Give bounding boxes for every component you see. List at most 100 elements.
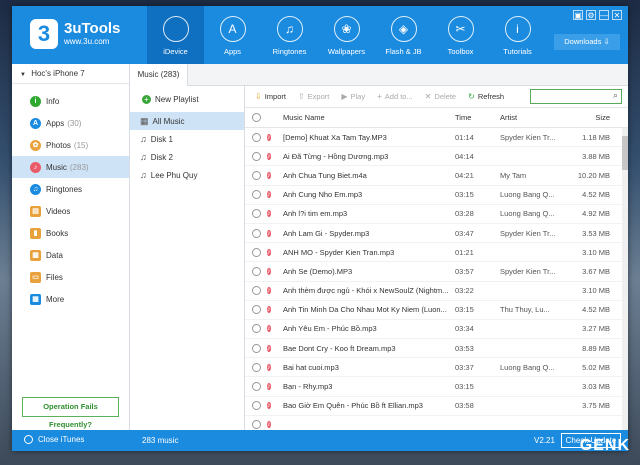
sidebar-item-data[interactable]: ▦ Data <box>12 244 129 266</box>
toolbar-label: Export <box>307 92 330 101</box>
music-note-icon: ♪ <box>267 325 271 333</box>
cell-size: 3.03 MB <box>582 382 610 392</box>
table-row[interactable]: ♪ ANH MO - Spyder Kien Tran.mp3 01:21 3.10 … <box>245 243 628 263</box>
device-selector[interactable]: ▼ Hoc's iPhone 7 <box>12 64 129 84</box>
cell-name: Anh thèm được ngủ - Khói x NewSoulZ (Nig… <box>283 286 449 296</box>
table-row[interactable]: ♪ Anh Yêu Em - Phúc Bồ.mp3 03:34 3.27 MB <box>245 320 628 340</box>
sidebar-item-music[interactable]: ♪ Music (283) <box>12 156 129 178</box>
toolbar-playbutton[interactable]: ▶ Play <box>341 92 365 101</box>
sidebar-item-ringtones[interactable]: ♫ Ringtones <box>12 178 129 200</box>
cell-name: Anh Tin Minh Da Cho Nhau Mot Ky Niem (Lu… <box>283 305 447 315</box>
music-note-icon: ♪ <box>267 152 271 160</box>
ring-icon <box>24 435 33 444</box>
nav-toolbox[interactable]: ✂ Toolbox <box>432 6 489 64</box>
table-scrollbar[interactable] <box>622 128 628 430</box>
cell-time: 03:22 <box>455 286 474 296</box>
cell-time: 04:14 <box>455 151 474 161</box>
playlist-item[interactable]: ♫ Disk 1 <box>130 130 244 148</box>
toolbar-exportbutton[interactable]: ⇧ Export <box>298 92 329 101</box>
table-row[interactable]: ♪ Anh Tin Minh Da Cho Nhau Mot Ky Niem (L… <box>245 301 628 320</box>
nav-tutorials[interactable]: i Tutorials <box>489 6 546 64</box>
cell-time: 03:34 <box>455 324 474 334</box>
table-row[interactable]: ♪ Anh Lam Gi - Spyder.mp3 03:47 Spyder Kien… <box>245 224 628 244</box>
close-itunes-button[interactable]: Close iTunes <box>24 435 84 444</box>
nav-flash-jb[interactable]: ◈ Flash & JB <box>375 6 432 64</box>
minimize-icon[interactable]: — <box>599 10 609 20</box>
row-checkbox[interactable] <box>251 228 261 238</box>
toolbar-importbutton[interactable]: ⇩ Import <box>255 92 286 101</box>
sidebar-item-books[interactable]: ▮ Books <box>12 222 129 244</box>
toolbar-deletebutton[interactable]: ✕ Delete <box>425 92 456 101</box>
sidebar-item-label: Books <box>46 228 69 238</box>
search-icon[interactable]: ⌕ <box>613 90 618 101</box>
table-row[interactable]: ♪ Bai hat cuoi.mp3 03:37 Luong Bang Q... 5.0… <box>245 358 628 378</box>
playlist-item[interactable]: ♫ Disk 2 <box>130 148 244 166</box>
table-row[interactable]: ♪ Anh Cung Nho Em.mp3 03:15 Luong Bang Q...… <box>245 186 628 205</box>
skin-icon[interactable]: ▣ <box>573 10 583 20</box>
table-row[interactable]: ♪ Anh l?i tim em.mp3 03:28 Luong Bang Q... 4… <box>245 205 628 224</box>
row-checkbox[interactable] <box>251 209 261 219</box>
row-checkbox[interactable] <box>251 305 261 315</box>
row-checkbox[interactable] <box>251 324 261 334</box>
playlist-item[interactable]: ♫ Lee Phu Quy <box>130 166 244 184</box>
row-checkbox[interactable] <box>251 382 261 392</box>
operation-fails-link[interactable]: Operation Fails Frequently? <box>22 397 119 429</box>
nav-idevice[interactable]: iDevice <box>147 6 204 64</box>
cell-size: 1.18 MB <box>582 132 610 142</box>
table-row[interactable]: ♪ <box>245 416 628 430</box>
header-time[interactable]: Time <box>455 113 500 122</box>
expand-triangle-icon: ▼ <box>20 72 26 78</box>
table-row[interactable]: ♪ Bao Giờ Em Quên - Phúc Bồ ft Ellian.mp3… <box>245 397 628 416</box>
table-row[interactable]: ♪ [Demo] Khuat Xa Tam Tay.MP3 01:14 Spyder … <box>245 128 628 148</box>
tab-music[interactable]: Music (283) <box>130 64 188 86</box>
header-artist[interactable]: Artist <box>500 113 562 122</box>
header-size[interactable]: Size <box>562 113 618 122</box>
table-row[interactable]: ♪ Bạn - Rhy.mp3 03:15 3.03 MB <box>245 377 628 397</box>
row-checkbox[interactable] <box>251 170 261 180</box>
close-icon[interactable]: ✕ <box>612 10 622 20</box>
cell-artist: Spyder Kien Tr... <box>500 266 556 276</box>
row-checkbox[interactable] <box>251 362 261 372</box>
sidebar-item-label: More <box>46 294 65 304</box>
row-checkbox[interactable] <box>251 420 261 430</box>
new-playlist-button[interactable]: + New Playlist <box>130 86 244 112</box>
row-checkbox[interactable] <box>251 343 261 353</box>
table-row[interactable]: ♪ Anh thèm được ngủ - Khói x NewSoulZ (Ni… <box>245 282 628 301</box>
row-checkbox[interactable] <box>251 247 261 257</box>
cell-time: 03:58 <box>455 401 474 411</box>
header-music-name[interactable]: Music Name <box>283 113 455 122</box>
nav-label: Flash & JB <box>385 47 422 56</box>
nav-apps[interactable]: A Apps <box>204 6 261 64</box>
select-all-checkbox[interactable] <box>251 113 261 122</box>
sidebar-item-files[interactable]: ▭ Files <box>12 266 129 288</box>
nav-wallpapers[interactable]: ❀ Wallpapers <box>318 6 375 64</box>
sidebar-item-info[interactable]: i Info <box>12 90 129 112</box>
sidebar-item-more[interactable]: ▦ More <box>12 288 129 310</box>
search-box[interactable]: ⌕ <box>530 89 622 104</box>
row-checkbox[interactable] <box>251 132 261 142</box>
sidebar-item-videos[interactable]: ▤ Videos <box>12 200 129 222</box>
toolbar-add-to-button[interactable]: + Add to... <box>377 92 413 101</box>
cell-size: 4.52 MB <box>582 305 610 315</box>
plus-icon: + <box>142 94 151 104</box>
row-checkbox[interactable] <box>251 266 261 276</box>
nav-ringtones[interactable]: ♫ Ringtones <box>261 6 318 64</box>
table-row[interactable]: ♪ Ai Đã Từng - Hồng Dương.mp3 04:14 3.88 MB <box>245 147 628 167</box>
toolbar-refreshbutton[interactable]: ↻ Refresh <box>468 92 504 101</box>
playlist-item[interactable]: ▦ All Music <box>130 112 244 130</box>
scroll-thumb[interactable] <box>622 136 628 170</box>
nav-label: Toolbox <box>447 47 474 56</box>
table-row[interactable]: ♪ Anh Se (Demo).MP3 03:57 Spyder Kien Tr...… <box>245 262 628 282</box>
downloads-button[interactable]: Downloads ⇩ <box>554 34 620 50</box>
table-row[interactable]: ♪ Anh Chua Tung Biet.m4a 04:21 My Tam 10.20 … <box>245 166 628 186</box>
sidebar-item-apps[interactable]: A Apps (30) <box>12 112 129 134</box>
row-checkbox[interactable] <box>251 151 261 161</box>
row-checkbox[interactable] <box>251 401 261 411</box>
table-row[interactable]: ♪ Bae Dont Cry - Koo ft Dream.mp3 03:53 8.8… <box>245 339 628 359</box>
apps-icon: A <box>30 117 41 129</box>
sidebar-item-photos[interactable]: ✿ Photos (15) <box>12 134 129 156</box>
settings-icon[interactable]: ⚙ <box>586 10 596 20</box>
row-checkbox[interactable] <box>251 190 261 200</box>
row-checkbox[interactable] <box>251 286 261 296</box>
cell-time: 03:28 <box>455 209 474 219</box>
